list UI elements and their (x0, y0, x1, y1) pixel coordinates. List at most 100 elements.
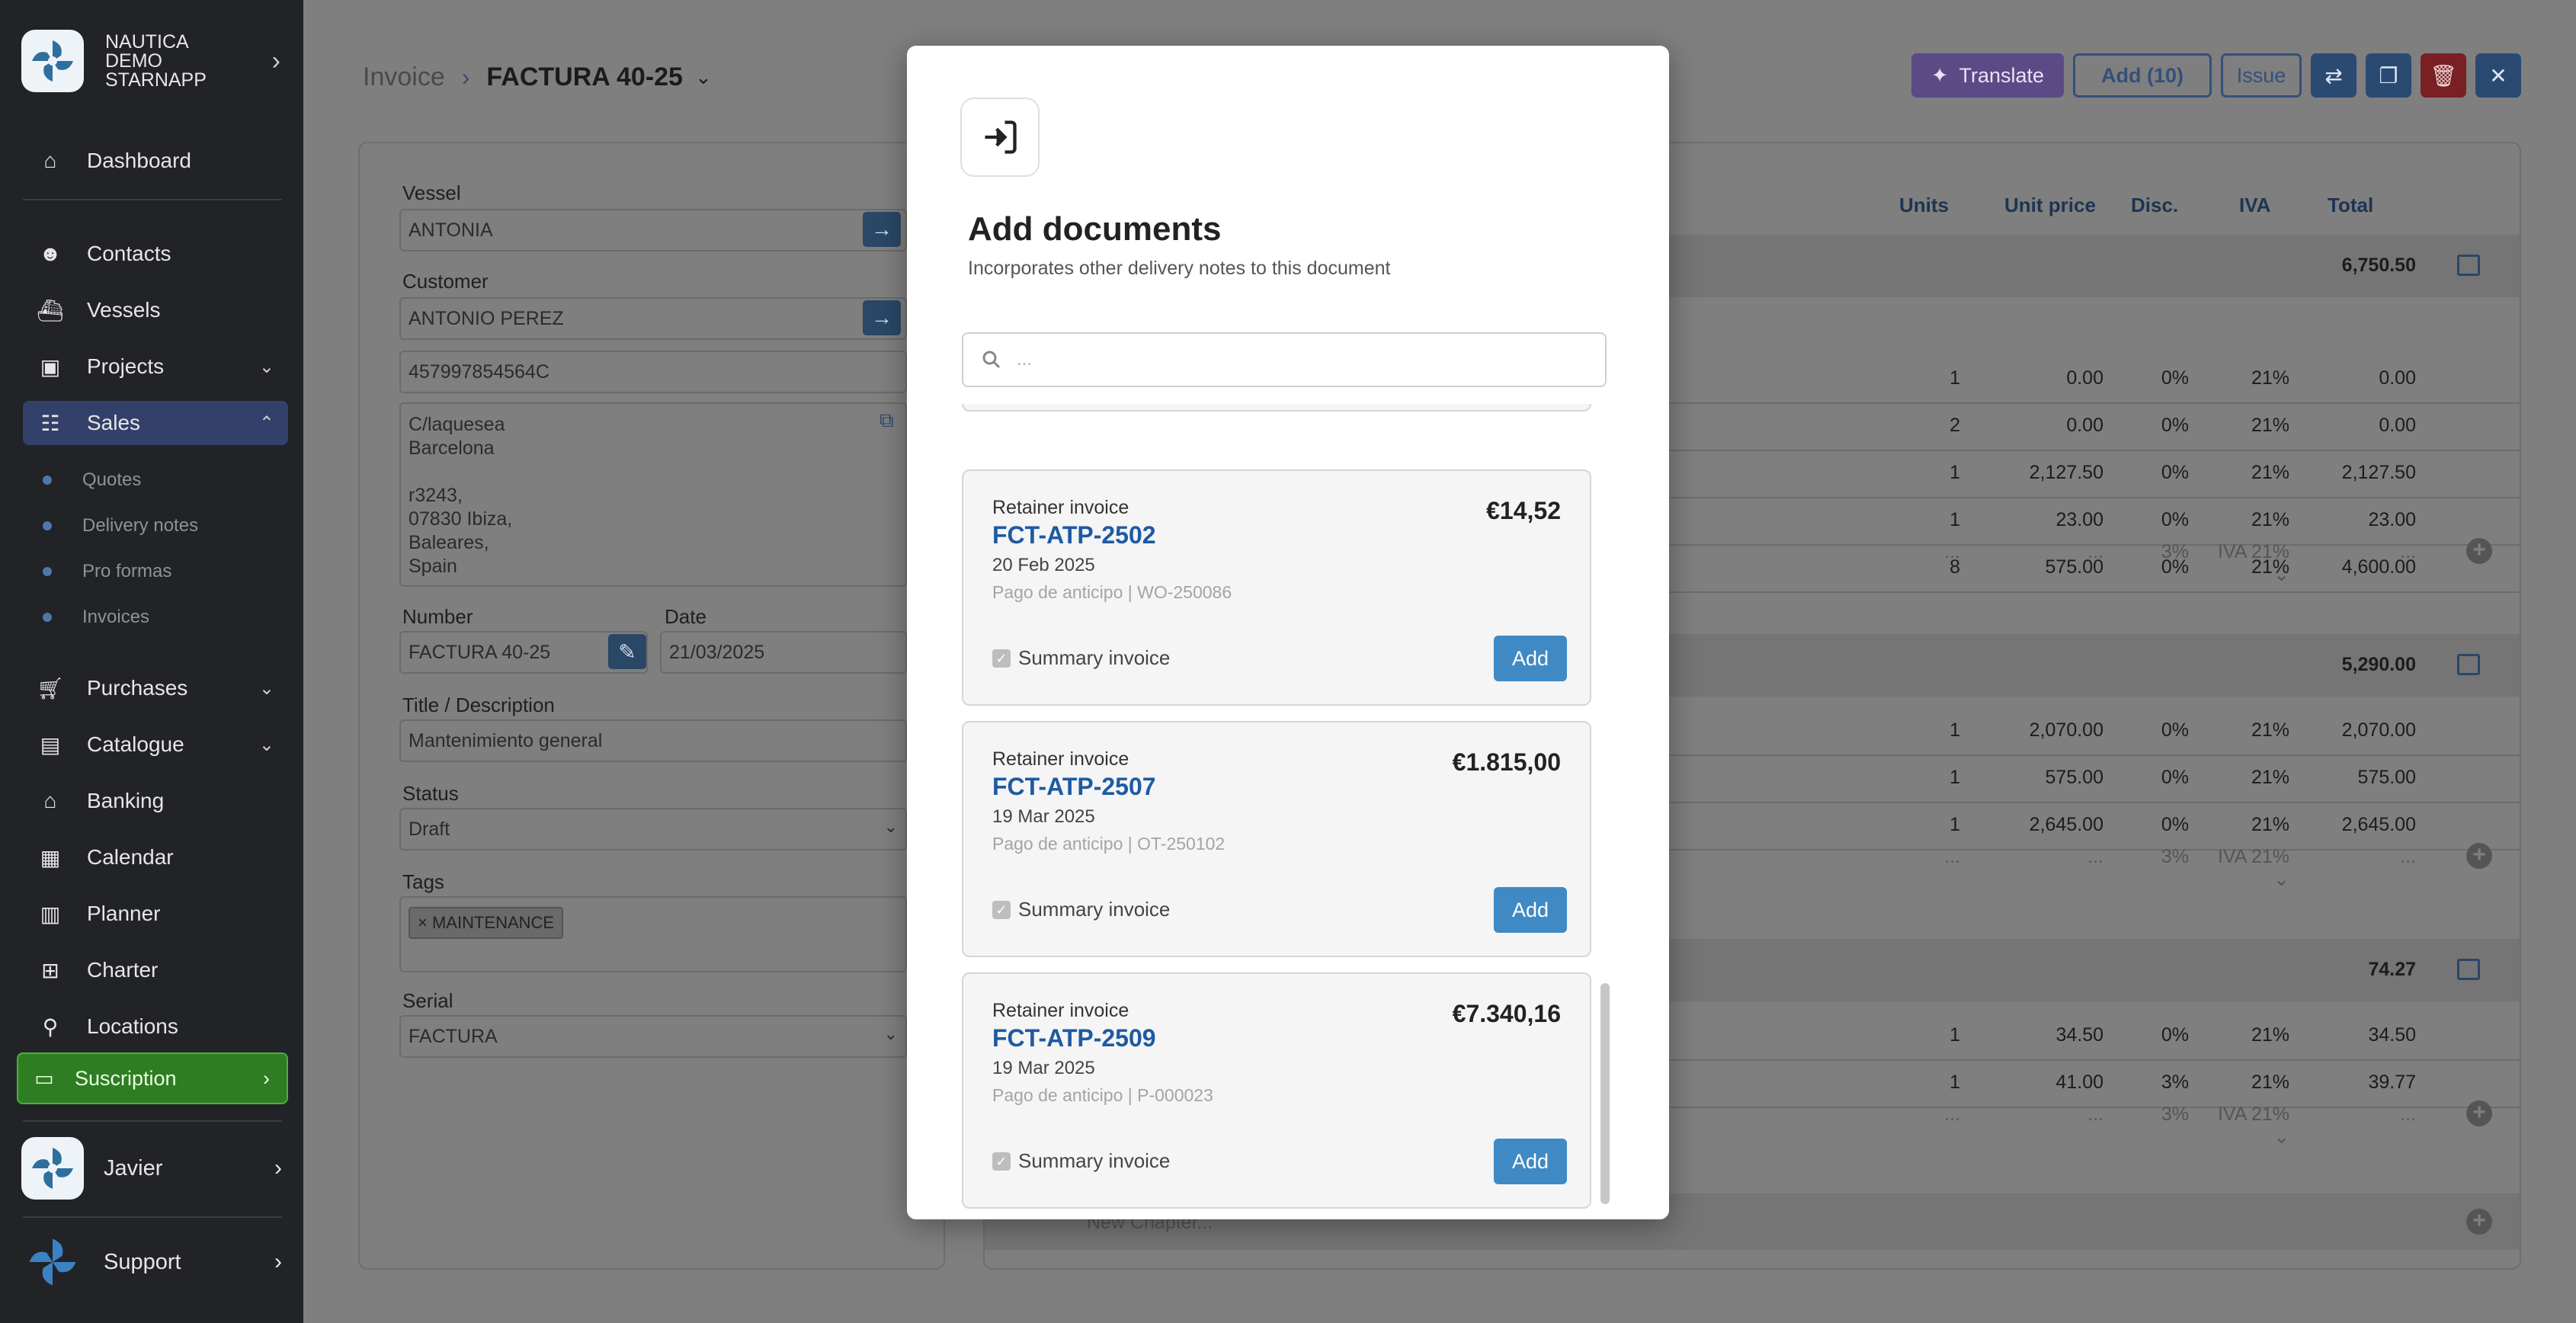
chapter-footer-cell[interactable]: IVA 21% ⌄ (2209, 846, 2289, 891)
line-cell-iva: 21% (2251, 1024, 2289, 1046)
checkbox-checked-icon: ✓ (992, 1152, 1011, 1171)
date-label: Date (665, 605, 706, 628)
copy-icon[interactable]: ❐ (2366, 53, 2411, 98)
vessel-field[interactable]: ANTONIA (399, 209, 907, 251)
add-line-icon[interactable]: + (2466, 538, 2492, 564)
line-cell-disc: 0% (2161, 814, 2189, 835)
support-link[interactable]: Support › (21, 1235, 288, 1289)
sidebar-item-suscription[interactable]: ▭ Suscription › (17, 1052, 288, 1104)
line-cell-total: 39.77 (2368, 1072, 2416, 1093)
tags-field[interactable]: × MAINTENANCE (399, 896, 907, 972)
serial-value: FACTURA (409, 1026, 498, 1047)
col-unit-price: Unit price (2004, 194, 2096, 216)
bank-icon: ⌂ (43, 789, 57, 812)
document-number[interactable]: FCT-ATP-2502 (992, 521, 1156, 549)
org-switcher[interactable]: NAUTICA DEMO STARNAPP › (21, 27, 280, 94)
arrow-right-icon[interactable]: → (863, 300, 901, 335)
serial-select[interactable]: FACTURA ⌄ (399, 1015, 907, 1058)
summary-invoice-checkbox[interactable]: ✓ Summary invoice (992, 646, 1170, 670)
user-menu[interactable]: Javier › (21, 1136, 288, 1201)
issue-button[interactable]: Issue (2221, 53, 2302, 98)
bullet-icon (43, 567, 52, 576)
org-logo-icon (21, 30, 84, 92)
status-value: Draft (409, 818, 450, 840)
sidebar-subitem-quotes[interactable]: Quotes (43, 465, 141, 495)
org-name: NAUTICA DEMO STARNAPP (105, 30, 207, 91)
document-number[interactable]: FCT-ATP-2507 (992, 773, 1156, 801)
add-line-icon[interactable]: + (2466, 843, 2492, 869)
line-cell-units: 1 (1950, 767, 1960, 788)
scrollbar[interactable] (1600, 983, 1610, 1204)
sidebar-item-locations[interactable]: ⚲ Locations (23, 1004, 288, 1049)
address-field[interactable]: C/laquesea Barcelona r3243, 07830 Ibiza,… (399, 402, 907, 587)
add-chapter-icon[interactable]: + (2466, 1209, 2492, 1235)
translate-button[interactable]: ✦ Translate (1911, 53, 2064, 98)
breadcrumb: Invoice › FACTURA 40-25 ⌄ (363, 62, 712, 92)
sidebar-subitem-delivery-notes[interactable]: Delivery notes (43, 511, 198, 541)
date-field[interactable]: 21/03/2025 (660, 631, 907, 674)
modal-subtitle: Incorporates other delivery notes to thi… (968, 258, 1391, 279)
sidebar-item-sales[interactable]: ☷ Sales ⌃ (23, 401, 288, 445)
chevron-down-icon: ⌄ (258, 678, 274, 699)
sidebar-item-banking[interactable]: ⌂ Banking (23, 779, 288, 823)
sidebar-item-dashboard[interactable]: ⌂ Dashboard (23, 139, 288, 183)
close-icon[interactable]: ✕ (2475, 53, 2521, 98)
sidebar-item-projects[interactable]: ▣ Projects ⌄ (23, 344, 288, 389)
vessel-label: Vessel (402, 181, 461, 204)
sidebar-subitem-invoices[interactable]: Invoices (43, 602, 149, 633)
chapter-total: 6,750.50 (2341, 255, 2416, 276)
sidebar-item-charter[interactable]: ⊞ Charter (23, 948, 288, 992)
sidebar-item-label: Catalogue (87, 732, 184, 756)
chapter-footer-cell: ... (2400, 541, 2416, 562)
sidebar-item-label: Charter (87, 958, 159, 982)
chapter-footer-cell[interactable]: IVA 21% ⌄ (2209, 1104, 2289, 1148)
col-disc: Disc. (2131, 194, 2179, 216)
checkbox-checked-icon: ✓ (992, 900, 1011, 919)
sidebar-subitem-label: Quotes (82, 469, 142, 490)
add-line-icon[interactable]: + (2466, 1100, 2492, 1126)
search-input[interactable]: ... (962, 332, 1607, 387)
breadcrumb-root[interactable]: Invoice (363, 62, 445, 92)
trash-icon[interactable]: 🗑︎ (2421, 53, 2466, 98)
bullet-icon (43, 476, 52, 485)
chapter-footer-cell[interactable]: IVA 21% ⌄ (2209, 541, 2289, 586)
image-icon[interactable] (2457, 959, 2480, 980)
search-placeholder: ... (1017, 349, 1033, 370)
pencil-icon[interactable]: ✎ (608, 634, 646, 669)
add-button[interactable]: Add (10) (2073, 53, 2212, 98)
title-field[interactable]: Mantenimiento general (399, 719, 907, 762)
line-cell-units: 1 (1950, 1024, 1960, 1046)
arrow-right-icon[interactable]: → (863, 212, 901, 247)
send-icon[interactable]: ⇄ (2311, 53, 2357, 98)
sidebar-subitem-pro-formas[interactable]: Pro formas (43, 556, 171, 587)
external-link-icon[interactable]: ⧉ (879, 408, 894, 433)
status-select[interactable]: Draft ⌄ (399, 808, 907, 850)
sidebar-item-planner[interactable]: ▥ Planner (23, 892, 288, 936)
line-cell-disc: 0% (2161, 719, 2189, 741)
contacts-icon: ☻ (39, 242, 62, 265)
summary-invoice-checkbox[interactable]: ✓ Summary invoice (992, 1149, 1170, 1173)
tag-chip[interactable]: × MAINTENANCE (409, 907, 564, 939)
documents-list[interactable]: Retainer invoice FCT-ATP-2502 20 Feb 2025 P… (962, 404, 1632, 1212)
chevron-down-icon[interactable]: ⌄ (695, 66, 712, 89)
image-icon[interactable] (2457, 255, 2480, 276)
tax-id-field[interactable]: 457997854564C (399, 351, 907, 393)
add-document-button[interactable]: Add (1494, 1139, 1567, 1184)
sidebar-item-calendar[interactable]: ▦ Calendar (23, 835, 288, 879)
chapter-footer-cell: ... (1944, 1104, 1960, 1125)
chevron-right-icon: › (271, 46, 280, 75)
grid-icon: ⊞ (41, 958, 59, 982)
chevron-down-icon: ⌄ (258, 734, 274, 755)
add-document-button[interactable]: Add (1494, 636, 1567, 681)
add-document-button[interactable]: Add (1494, 887, 1567, 933)
sidebar-item-contacts[interactable]: ☻ Contacts (23, 232, 288, 276)
chapter-footer-cell: 3% (2161, 541, 2189, 562)
customer-field[interactable]: ANTONIO PEREZ (399, 297, 907, 340)
sidebar-item-purchases[interactable]: 🛒︎ Purchases ⌄ (23, 666, 288, 710)
sidebar-item-label: Suscription (75, 1066, 177, 1090)
image-icon[interactable] (2457, 654, 2480, 675)
document-number[interactable]: FCT-ATP-2509 (992, 1024, 1156, 1052)
sidebar-item-catalogue[interactable]: ▤ Catalogue ⌄ (23, 722, 288, 767)
sidebar-item-vessels[interactable]: ⛴ Vessels (23, 288, 288, 332)
summary-invoice-checkbox[interactable]: ✓ Summary invoice (992, 898, 1170, 921)
